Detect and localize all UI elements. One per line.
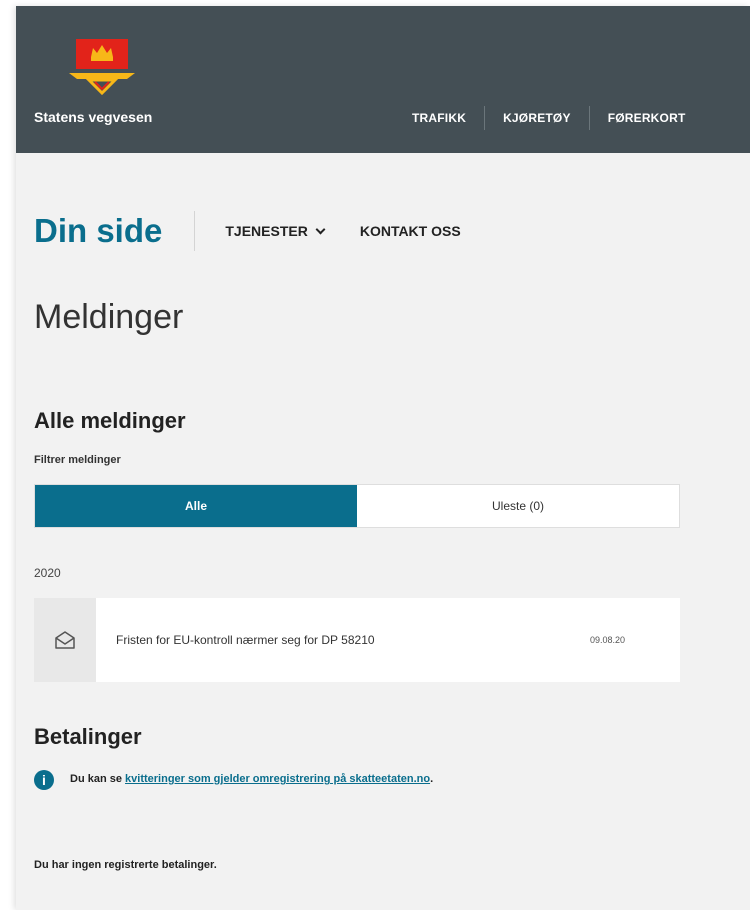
message-filter-toggle: Alle Uleste (0)	[34, 484, 680, 528]
payments-info: i Du kan se kvitteringer som gjelder omr…	[34, 770, 490, 790]
message-date: 09.08.20	[590, 635, 626, 645]
main-navigation: TRAFIKK KJØRETØY FØRERKORT	[394, 106, 703, 130]
din-side-subnav: Din side TJENESTER KONTAKT OSS	[34, 211, 634, 251]
nav-kjoretoy[interactable]: KJØRETØY	[485, 111, 589, 125]
info-prefix: Du kan se	[70, 773, 126, 785]
payments-info-text: Du kan se kvitteringer som gjelder omreg…	[70, 770, 490, 789]
message-list-item[interactable]: Fristen for EU-kontroll nærmer seg for D…	[34, 598, 680, 682]
kontakt-oss-link[interactable]: KONTAKT OSS	[360, 223, 461, 239]
site-header: Statens vegvesen TRAFIKK KJØRETØY FØRERK…	[16, 6, 750, 153]
tjenester-dropdown[interactable]: TJENESTER	[225, 223, 326, 239]
din-side-title[interactable]: Din side	[34, 212, 162, 250]
message-icon-box	[34, 598, 96, 682]
info-suffix: .	[430, 773, 434, 785]
filter-label: Filtrer meldinger	[34, 454, 121, 466]
nav-trafikk[interactable]: TRAFIKK	[394, 111, 484, 125]
no-payments-text: Du har ingen registrerte betalinger.	[34, 859, 217, 871]
year-heading: 2020	[34, 566, 61, 580]
brand-name[interactable]: Statens vegvesen	[34, 109, 152, 125]
subnav-divider	[194, 211, 196, 251]
statens-vegvesen-logo[interactable]	[67, 39, 137, 96]
nav-forerkort[interactable]: FØRERKORT	[590, 111, 704, 125]
chevron-down-icon	[315, 224, 326, 234]
page-title: Meldinger	[34, 298, 184, 336]
message-subject: Fristen for EU-kontroll nærmer seg for D…	[116, 633, 375, 647]
messages-section-title: Alle meldinger	[34, 408, 186, 433]
skatteetaten-receipts-link[interactable]: kvitteringer som gjelder omregistrering …	[125, 773, 430, 785]
filter-all-button[interactable]: Alle	[35, 485, 357, 527]
info-icon: i	[34, 770, 54, 790]
payments-section-title: Betalinger	[34, 724, 142, 749]
filter-unread-button[interactable]: Uleste (0)	[357, 485, 679, 527]
envelope-open-icon	[55, 631, 75, 649]
browser-page: Statens vegvesen TRAFIKK KJØRETØY FØRERK…	[16, 6, 750, 910]
tjenester-label: TJENESTER	[225, 223, 308, 239]
